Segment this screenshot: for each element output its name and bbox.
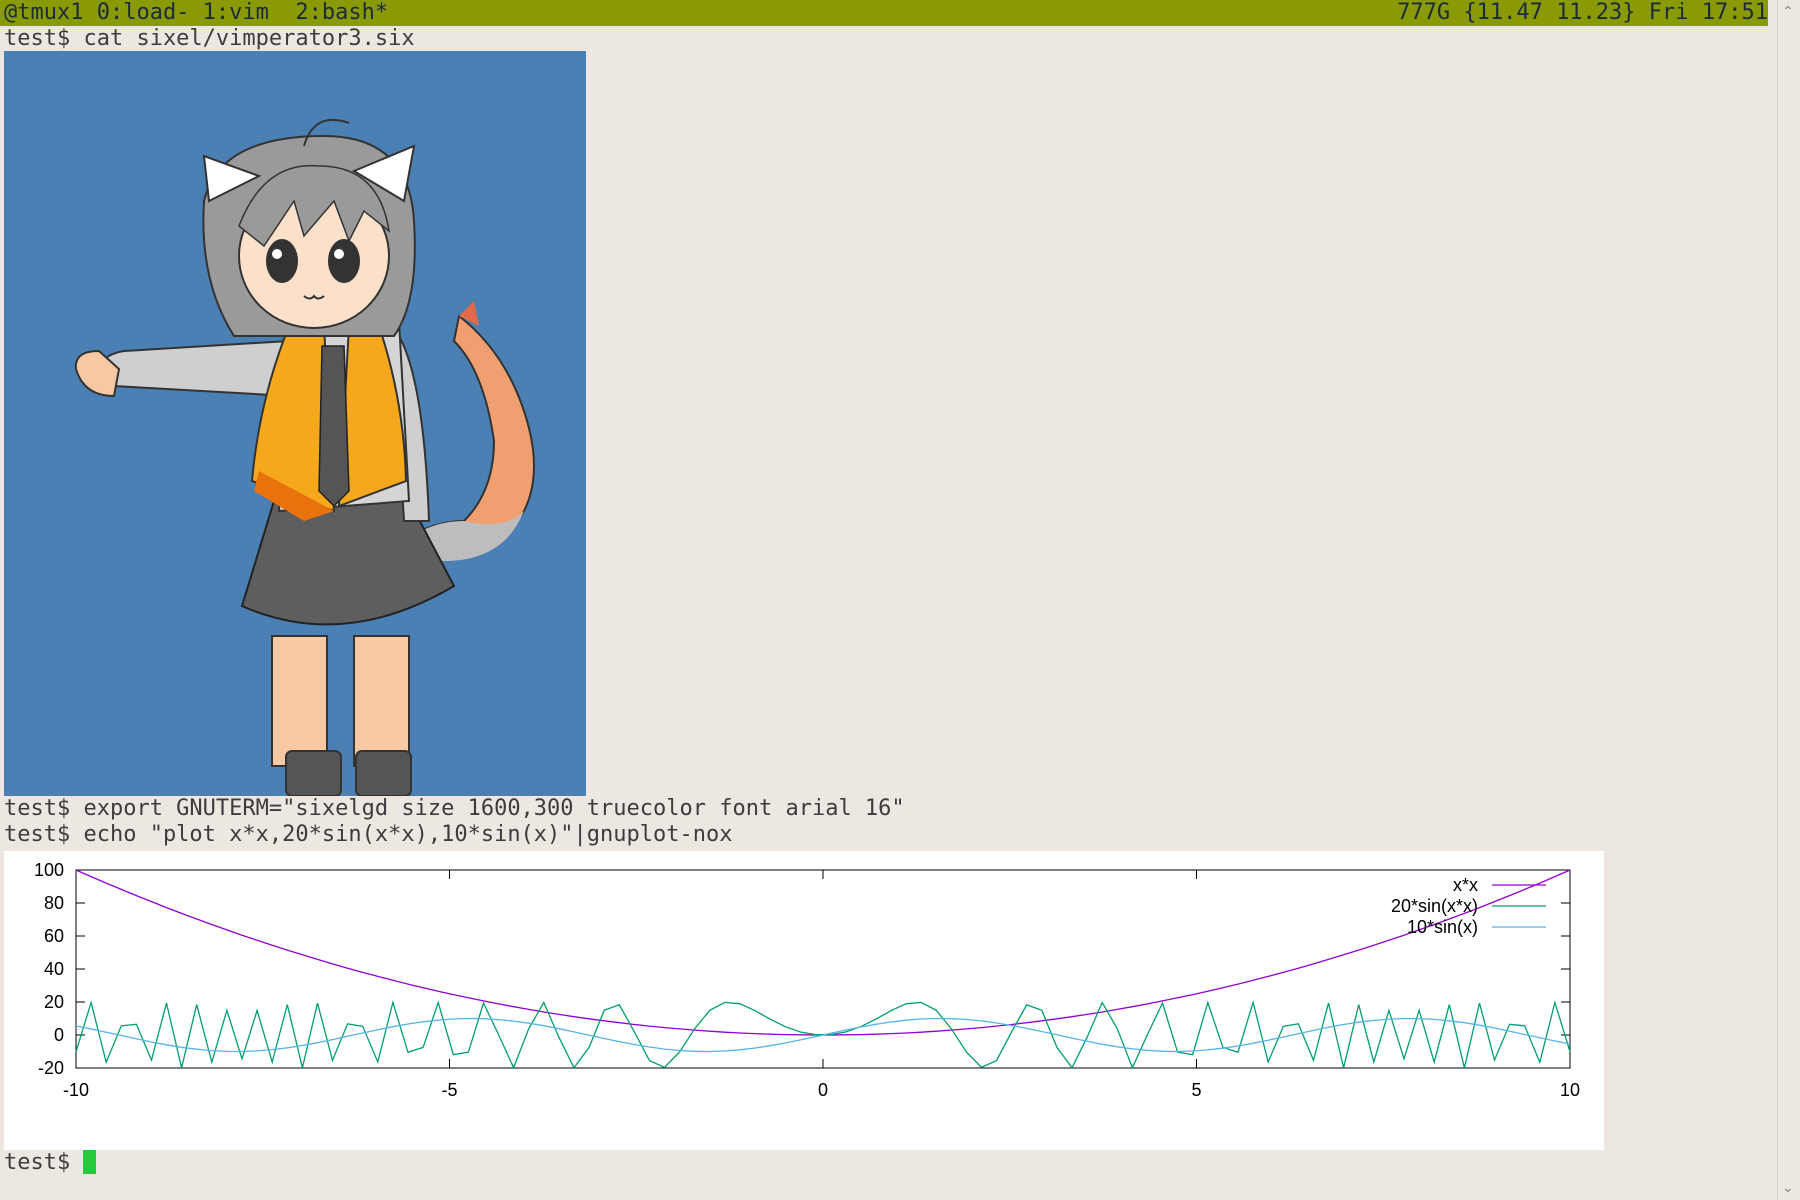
- y-tick-label: 20: [44, 992, 64, 1012]
- sixel-image: [4, 51, 586, 796]
- x-tick-label: -5: [441, 1080, 457, 1100]
- prompt-text: test$: [4, 1150, 71, 1175]
- terminal-cursor: [83, 1150, 97, 1174]
- chevron-down-icon[interactable]: ⌄: [1782, 1180, 1794, 1196]
- y-tick-label: 80: [44, 893, 64, 913]
- plot-border: [75, 869, 1571, 1069]
- x-tick-label: 0: [818, 1080, 828, 1100]
- y-tick-label: -20: [38, 1058, 64, 1078]
- legend-label: 10*sin(x): [1407, 917, 1478, 937]
- y-tick-label: 100: [34, 860, 64, 880]
- chevron-up-icon[interactable]: ⌃: [1782, 4, 1794, 20]
- series-line-1: [75, 869, 1571, 1036]
- y-tick-label: 0: [54, 1025, 64, 1045]
- tmux-status-bar: @tmux1 0:load- 1:vim 2:bash* 777G {11.47…: [0, 0, 1768, 26]
- command-line-cat: test$ cat sixel/vimperator3.six: [4, 26, 415, 51]
- prompt-line[interactable]: test$: [4, 1150, 97, 1176]
- series-line-3: [75, 1017, 1571, 1053]
- legend-label: x*x: [1453, 875, 1478, 895]
- catgirl-illustration: [4, 51, 586, 796]
- x-tick-label: -10: [63, 1080, 89, 1100]
- terminal-scrollbar[interactable]: ⌃ ⌄: [1777, 0, 1800, 1200]
- legend-label: 20*sin(x*x): [1391, 896, 1478, 916]
- tmux-status-right: 777G {11.47 11.23} Fri 17:51: [1397, 0, 1768, 25]
- gnuplot-svg: -20 0 20 40 60 80 100 -10 -5 0 5 10 x*x20*sin(x*x)1…: [34, 860, 1580, 1100]
- command-line-export: test$ export GNUTERM="sixelgd size 1600,…: [4, 796, 905, 821]
- tmux-window-list[interactable]: @tmux1 0:load- 1:vim 2:bash*: [4, 0, 388, 26]
- gnuplot-chart: -20 0 20 40 60 80 100 -10 -5 0 5 10 x*x 20*sin(x*x) 1…: [4, 851, 1604, 1150]
- x-tick-label: 10: [1560, 1080, 1580, 1100]
- x-tick-label: 5: [1191, 1080, 1201, 1100]
- y-tick-label: 60: [44, 926, 64, 946]
- command-line-echo: test$ echo "plot x*x,20*sin(x*x),10*sin(…: [4, 822, 733, 847]
- y-tick-label: 40: [44, 959, 64, 979]
